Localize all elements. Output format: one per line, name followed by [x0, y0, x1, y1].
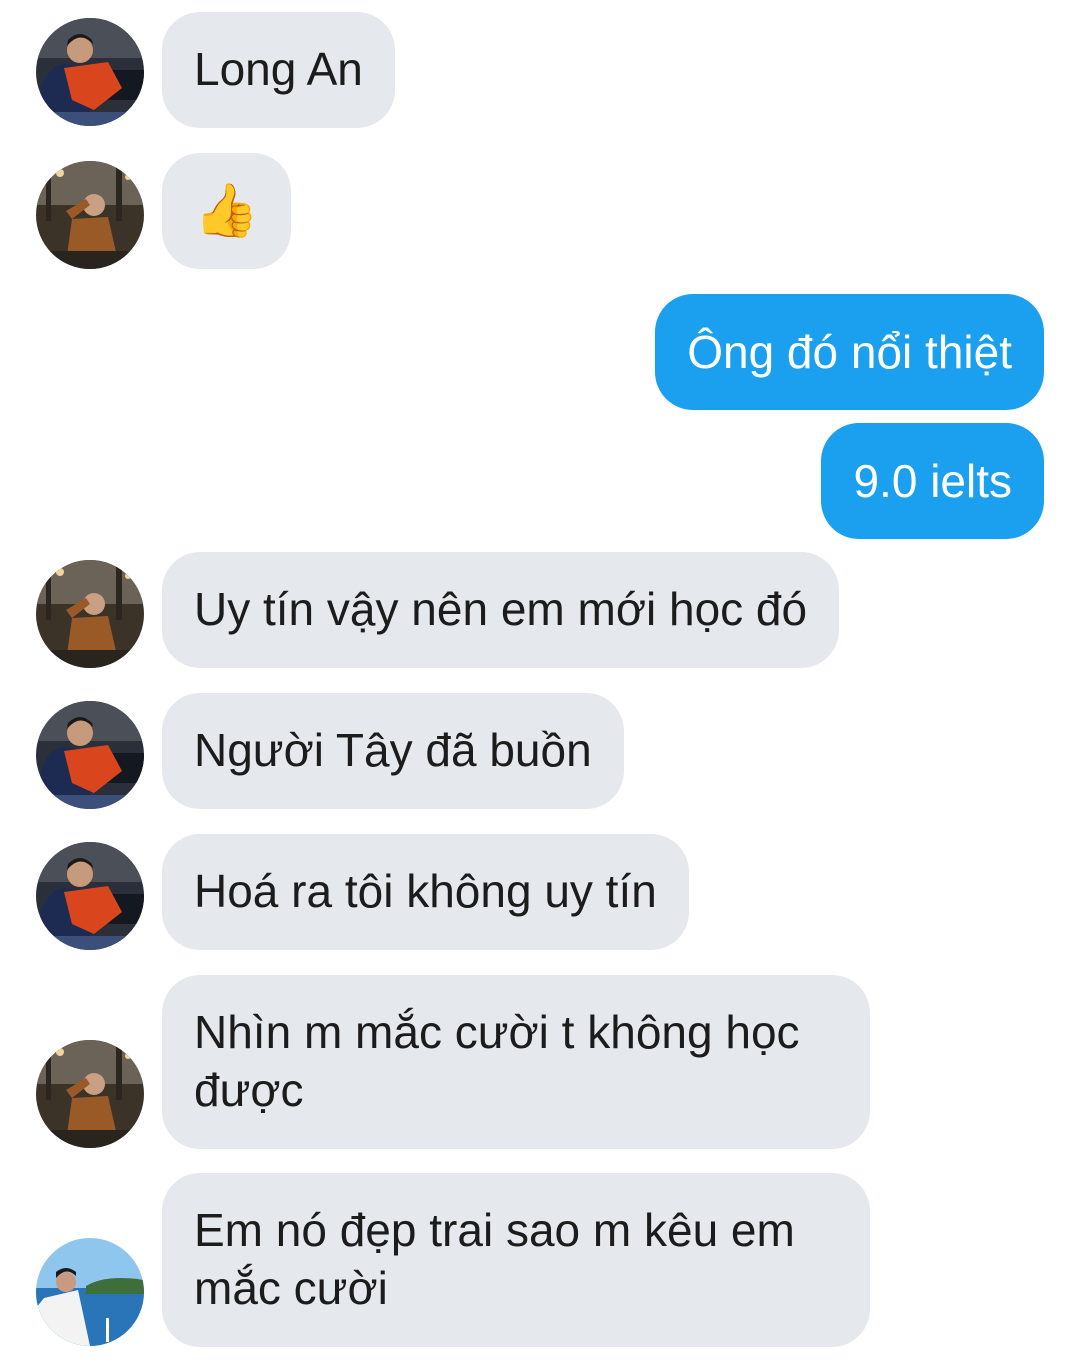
chat-thread: Long An 👍 Ông đó nổi thiệt 9.0 ielts Uy …: [0, 0, 1080, 1370]
message-bubble-incoming[interactable]: Long An: [162, 12, 395, 128]
message-bubble-outgoing[interactable]: Ông đó nổi thiệt: [655, 294, 1044, 410]
message-row: Người Tây đã buồn: [0, 693, 1080, 809]
message-text: Uy tín vậy nên em mới học đó: [194, 583, 808, 635]
message-text: Ông đó nổi thiệt: [687, 326, 1012, 378]
thumbs-up-icon: 👍: [194, 182, 259, 240]
avatar[interactable]: [36, 18, 144, 126]
message-bubble-incoming[interactable]: Nhìn m mắc cười t không học được: [162, 975, 870, 1149]
message-bubble-incoming[interactable]: Em nó đẹp trai sao m kêu em mắc cười: [162, 1173, 870, 1347]
message-row: 9.0 ielts: [0, 423, 1080, 539]
message-bubble-incoming[interactable]: Người Tây đã buồn: [162, 693, 624, 809]
message-row: Ông đó nổi thiệt: [0, 294, 1080, 410]
message-text: 9.0 ielts: [853, 455, 1012, 507]
avatar[interactable]: [36, 560, 144, 668]
message-row: Hoá ra tôi không uy tín: [0, 834, 1080, 950]
message-row: Long An: [0, 12, 1080, 128]
message-row: Em nó đẹp trai sao m kêu em mắc cười: [0, 1173, 1080, 1347]
message-row: Nhìn m mắc cười t không học được: [0, 975, 1080, 1149]
avatar[interactable]: [36, 701, 144, 809]
message-bubble-incoming[interactable]: 👍: [162, 153, 291, 269]
message-bubble-incoming[interactable]: Hoá ra tôi không uy tín: [162, 834, 689, 950]
message-bubble-incoming[interactable]: Uy tín vậy nên em mới học đó: [162, 552, 840, 668]
message-row: Uy tín vậy nên em mới học đó: [0, 552, 1080, 668]
message-row: 👍: [0, 153, 1080, 269]
message-text: Hoá ra tôi không uy tín: [194, 865, 657, 917]
avatar[interactable]: [36, 1238, 144, 1346]
message-text: Long An: [194, 43, 363, 95]
avatar[interactable]: [36, 842, 144, 950]
avatar[interactable]: [36, 1040, 144, 1148]
message-text: Em nó đẹp trai sao m kêu em mắc cười: [194, 1204, 795, 1314]
message-text: Người Tây đã buồn: [194, 724, 592, 776]
avatar[interactable]: [36, 161, 144, 269]
message-bubble-outgoing[interactable]: 9.0 ielts: [821, 423, 1044, 539]
message-text: Nhìn m mắc cười t không học được: [194, 1006, 800, 1116]
